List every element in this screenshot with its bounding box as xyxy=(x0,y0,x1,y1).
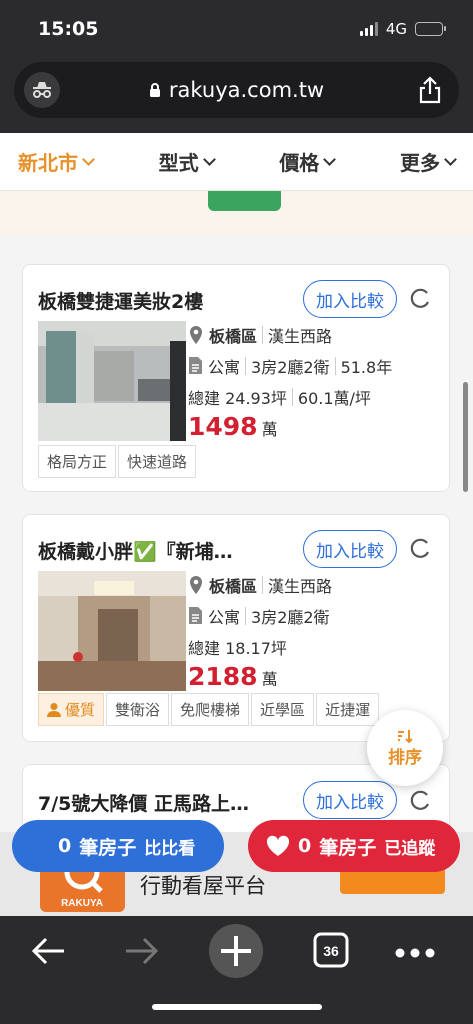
tag: 雙衛浴 xyxy=(106,693,170,726)
listing-type: 公寓 xyxy=(208,607,241,627)
document-icon xyxy=(189,607,202,624)
scroll-indicator xyxy=(463,382,468,492)
filter-region[interactable]: 新北市 xyxy=(18,147,95,176)
add-compare-button[interactable]: 加入比較 xyxy=(303,781,397,819)
tracked-count: 0 xyxy=(298,835,312,857)
network-label: 4G xyxy=(385,20,407,38)
location-pin-icon xyxy=(190,325,202,344)
listing-district: 板橋區 xyxy=(209,576,258,596)
new-tab-plus-icon[interactable] xyxy=(209,924,263,982)
refresh-icon[interactable] xyxy=(409,287,431,309)
app-banner-text: 行動看屋平台 xyxy=(140,874,266,898)
compare-action: 比比看 xyxy=(144,838,196,859)
listing-tags: 優質 雙衛浴 免爬樓梯 近學區 近捷運 xyxy=(38,693,380,726)
listing-road: 漢生西路 xyxy=(268,576,333,596)
listing-tags: 格局方正 快速道路 xyxy=(38,445,197,478)
listing-district: 板橋區 xyxy=(209,326,258,346)
tag: 近捷運 xyxy=(316,693,380,726)
browser-top-chrome: 15:05 4G rakuya.com.tw xyxy=(0,0,473,133)
tracked-pill[interactable]: 0 筆房子 已追蹤 xyxy=(248,820,460,872)
chevron-down-icon xyxy=(202,152,216,166)
status-indicators: 4G xyxy=(359,20,446,38)
add-compare-button[interactable]: 加入比較 xyxy=(303,280,397,318)
tracked-action: 已追蹤 xyxy=(384,838,436,859)
svg-text:36: 36 xyxy=(323,943,339,959)
sort-button[interactable]: 排序 xyxy=(367,710,443,786)
listing-layout: 3房2廳2衛 xyxy=(251,357,330,377)
home-indicator xyxy=(152,1004,322,1010)
chevron-down-icon xyxy=(444,152,457,166)
listing-layout: 3房2廳2衛 xyxy=(251,607,330,627)
more-options-icon[interactable] xyxy=(394,944,436,963)
back-arrow-icon[interactable] xyxy=(30,934,68,972)
listing-info: 板橋區 漢生西路 公寓 3房2廳2衛 總建 18.17坪 2188 萬 xyxy=(188,569,332,686)
filter-price[interactable]: 價格 xyxy=(279,147,337,176)
tag: 免爬樓梯 xyxy=(171,693,250,726)
compare-pill[interactable]: 0 筆房子 比比看 xyxy=(12,820,224,872)
listing-unit-price: 60.1萬/坪 xyxy=(297,388,371,408)
compare-text: 筆房子 xyxy=(79,836,137,859)
listing-title[interactable]: 板橋雙捷運美妝2樓 xyxy=(38,287,203,314)
lock-icon xyxy=(149,82,160,97)
listing-area: 總建 24.93坪 xyxy=(188,388,287,408)
listing-photo[interactable] xyxy=(38,321,186,441)
url-text: rakuya.com.tw xyxy=(168,78,325,102)
listing-type: 公寓 xyxy=(208,357,241,377)
listing-title[interactable]: 板橋戴小胖✅『新埔… xyxy=(38,537,233,564)
listing-price-unit: 萬 xyxy=(261,420,278,439)
filter-bar: 新北市 型式 價格 更多 xyxy=(0,133,473,191)
listing-price: 2188 xyxy=(188,662,258,686)
tag: 快速道路 xyxy=(118,445,197,478)
listing-area: 總建 18.17坪 xyxy=(188,638,287,658)
compare-count: 0 xyxy=(58,835,72,857)
address-bar[interactable]: rakuya.com.tw xyxy=(14,62,459,118)
tag-premium: 優質 xyxy=(38,693,105,726)
sort-label: 排序 xyxy=(388,747,422,768)
listing-photo[interactable] xyxy=(38,571,186,691)
listing-card[interactable]: 板橋戴小胖✅『新埔… 加入比較 板橋區 漢生西路 公寓 3房2廳2衛 總建 18… xyxy=(22,514,450,742)
listing-card[interactable]: 板橋雙捷運美妝2樓 加入比較 板橋區 漢生西路 公寓 3房2廳2衛 51.8年 xyxy=(22,264,450,492)
status-time: 15:05 xyxy=(38,18,99,40)
tracked-text: 筆房子 xyxy=(319,836,377,859)
listing-road: 漢生西路 xyxy=(268,326,333,346)
forward-arrow-icon[interactable] xyxy=(122,934,160,972)
url-display[interactable]: rakuya.com.tw xyxy=(14,78,459,102)
heart-icon xyxy=(266,835,290,856)
battery-icon xyxy=(415,22,446,36)
listing-age: 51.8年 xyxy=(340,357,393,377)
chevron-down-icon xyxy=(323,152,337,166)
listing-price-unit: 萬 xyxy=(261,670,278,686)
promo-strip xyxy=(0,191,473,235)
svg-text:RAKUYA: RAKUYA xyxy=(61,898,103,909)
share-icon[interactable] xyxy=(419,76,441,108)
tab-switcher-button[interactable]: 36 xyxy=(313,932,349,972)
chevron-down-icon xyxy=(82,152,95,166)
location-pin-icon xyxy=(190,575,202,594)
signal-icon xyxy=(359,22,378,36)
refresh-icon[interactable] xyxy=(409,789,431,811)
user-icon xyxy=(47,703,61,717)
filter-more[interactable]: 更多 xyxy=(400,147,457,176)
document-icon xyxy=(189,357,202,374)
promo-button[interactable] xyxy=(208,191,281,211)
refresh-icon[interactable] xyxy=(409,537,431,559)
listing-price: 1498 xyxy=(188,412,258,441)
tag: 近學區 xyxy=(251,693,315,726)
listing-title[interactable]: 7/5號大降價 正馬路上… xyxy=(38,789,249,816)
filter-type[interactable]: 型式 xyxy=(159,147,216,176)
tag: 格局方正 xyxy=(38,445,117,478)
listing-info: 板橋區 漢生西路 公寓 3房2廳2衛 51.8年 總建 24.93坪 60.1萬… xyxy=(188,319,392,443)
add-compare-button[interactable]: 加入比較 xyxy=(303,530,397,568)
sort-icon xyxy=(398,729,413,743)
